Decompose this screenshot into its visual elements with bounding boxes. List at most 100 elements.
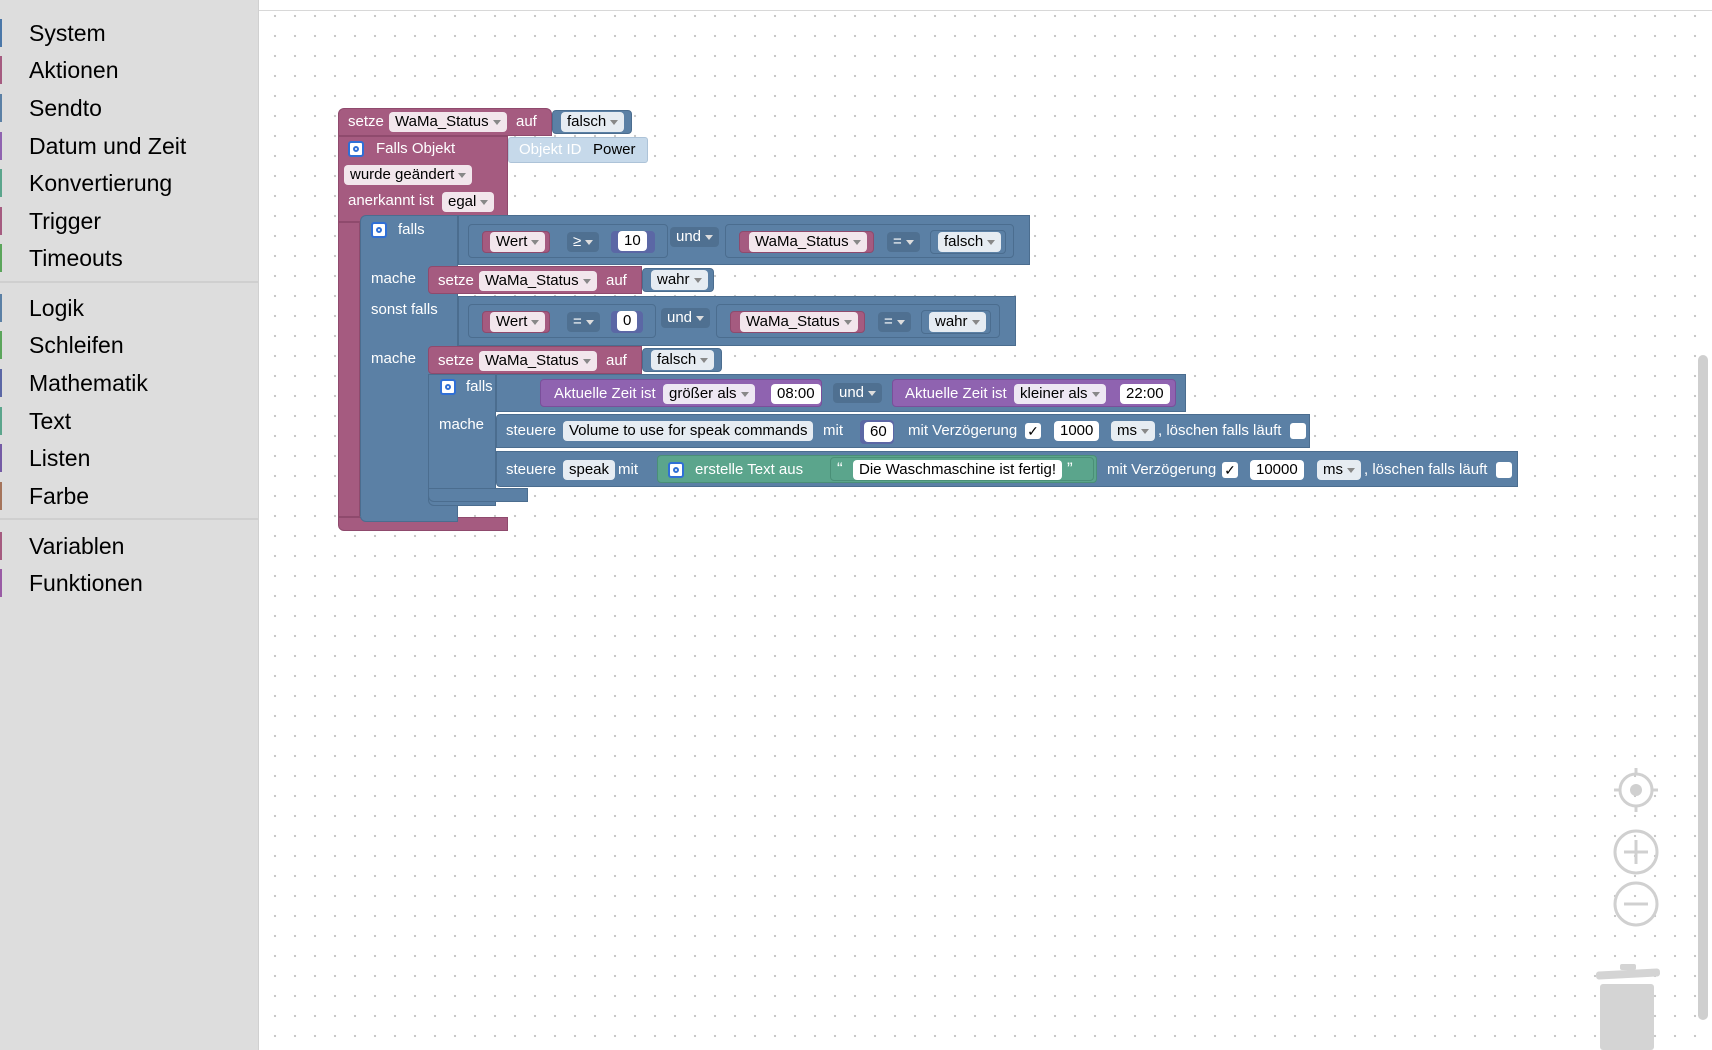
delay-field[interactable]: 1000	[1054, 421, 1100, 441]
compare-block[interactable]: WaMa_Status = wahr	[716, 304, 1000, 338]
inner-if-block[interactable]: falls mache	[428, 374, 496, 506]
value-getter-block[interactable]: Wert	[482, 311, 550, 333]
aktuelle-zeit-label: Aktuelle Zeit ist	[554, 385, 656, 402]
gear-icon[interactable]	[371, 222, 387, 238]
zoom-in-icon[interactable]	[1612, 828, 1660, 876]
clear-running-checkbox[interactable]	[1290, 423, 1306, 439]
set-variable-block[interactable]: setze WaMa_Status auf	[428, 266, 642, 294]
category-mathematik[interactable]: Mathematik	[0, 366, 258, 400]
sonst-falls-label: sonst falls	[371, 301, 438, 318]
category-variablen[interactable]: Variablen	[0, 529, 258, 563]
gear-icon[interactable]	[668, 462, 684, 478]
number-block[interactable]: 10	[611, 231, 655, 253]
clear-running-checkbox[interactable]	[1496, 462, 1512, 478]
object-id-field[interactable]: Volume to use for speak commands	[563, 421, 814, 441]
time-field[interactable]: 08:00	[771, 384, 821, 404]
logic-boolean-block[interactable]: falsch	[642, 348, 722, 372]
boolean-dropdown[interactable]: falsch	[651, 350, 715, 370]
toolbox-separator	[0, 518, 258, 520]
boolean-dropdown[interactable]: wahr	[651, 270, 708, 290]
ack-dropdown[interactable]: egal	[442, 192, 495, 212]
mache-label: mache	[371, 350, 417, 367]
set-variable-block[interactable]: setze WaMa_Status auf	[428, 346, 642, 374]
variable-dropdown[interactable]: WaMa_Status	[749, 232, 867, 252]
object-id-value[interactable]: Power	[593, 140, 636, 160]
variable-getter-block[interactable]: WaMa_Status	[730, 311, 865, 333]
trigger-on-object-block[interactable]: Falls Objekt wurde geändert anerkannt is…	[338, 136, 508, 222]
compare-block[interactable]: WaMa_Status = falsch	[725, 224, 1014, 258]
and-or-dropdown[interactable]: und	[833, 383, 883, 403]
time-compare-block[interactable]: Aktuelle Zeit ist kleiner als 22:00	[892, 379, 1176, 407]
text-field[interactable]: Die Waschmaschine ist fertig!	[853, 460, 1063, 480]
boolean-dropdown[interactable]: wahr	[929, 312, 986, 332]
trigger-condition-dropdown[interactable]: wurde geändert	[344, 165, 473, 185]
zoom-out-icon[interactable]	[1612, 880, 1660, 928]
logic-boolean-block[interactable]: wahr	[921, 310, 991, 334]
category-aktionen[interactable]: Aktionen	[0, 53, 258, 87]
logic-boolean-block[interactable]: falsch	[930, 230, 1006, 254]
number-field[interactable]: 0	[617, 311, 638, 331]
category-label: Konvertierung	[29, 170, 173, 196]
number-field[interactable]: 60	[864, 422, 893, 442]
category-logik[interactable]: Logik	[0, 291, 258, 325]
recenter-icon[interactable]	[1612, 766, 1660, 814]
category-funktionen[interactable]: Funktionen	[0, 566, 258, 600]
boolean-dropdown[interactable]: falsch	[938, 232, 1002, 252]
time-operator-dropdown[interactable]: größer als	[663, 384, 755, 404]
text-block[interactable]: “ Die Waschmaschine ist fertig! ”	[830, 457, 1094, 481]
text-join-block[interactable]: erstelle Text aus “ Die Waschmaschine is…	[657, 455, 1097, 483]
delay-checkbox[interactable]: ✓	[1222, 462, 1238, 478]
time-compare-block[interactable]: Aktuelle Zeit ist größer als 08:00	[540, 379, 822, 407]
compare-block[interactable]: Wert = 0	[468, 304, 656, 338]
value-dropdown[interactable]: Wert	[490, 312, 546, 332]
category-trigger[interactable]: Trigger	[0, 204, 258, 238]
set-variable-block[interactable]: setze WaMa_Status auf	[338, 108, 552, 136]
number-field[interactable]: 10	[618, 231, 647, 251]
category-konvertierung[interactable]: Konvertierung	[0, 166, 258, 200]
object-id-block[interactable]: Objekt ID Power	[508, 137, 648, 163]
category-schleifen[interactable]: Schleifen	[0, 328, 258, 362]
delay-checkbox[interactable]: ✓	[1025, 423, 1041, 439]
variable-getter-block[interactable]: WaMa_Status	[739, 231, 874, 253]
and-or-dropdown[interactable]: und	[661, 308, 711, 328]
compare-operator-dropdown[interactable]: =	[878, 312, 911, 332]
falls-label: falls	[398, 221, 425, 238]
variable-dropdown[interactable]: WaMa_Status	[389, 112, 507, 132]
category-farbe[interactable]: Farbe	[0, 479, 258, 513]
variable-dropdown[interactable]: WaMa_Status	[479, 351, 597, 371]
gear-icon[interactable]	[348, 141, 364, 157]
variable-dropdown[interactable]: WaMa_Status	[740, 312, 858, 332]
value-dropdown[interactable]: Wert	[490, 232, 546, 252]
trigger-body-bar	[338, 222, 360, 517]
category-timeouts[interactable]: Timeouts	[0, 241, 258, 275]
logic-boolean-block[interactable]: wahr	[642, 268, 714, 292]
delay-field[interactable]: 10000	[1250, 460, 1304, 480]
boolean-dropdown[interactable]: falsch	[561, 112, 625, 132]
category-sendto[interactable]: Sendto	[0, 91, 258, 125]
number-block[interactable]: 0	[611, 311, 643, 333]
quote-close-icon: ”	[1067, 459, 1073, 478]
object-id-field[interactable]: speak	[563, 460, 616, 480]
compare-block[interactable]: Wert ≥ 10	[468, 224, 668, 258]
category-text[interactable]: Text	[0, 404, 258, 438]
time-operator-dropdown[interactable]: kleiner als	[1014, 384, 1106, 404]
control-state-block[interactable]: steuere Volume to use for speak commands…	[496, 414, 1310, 448]
category-datum-und-zeit[interactable]: Datum und Zeit	[0, 129, 258, 163]
vertical-scrollbar[interactable]	[1698, 355, 1708, 1020]
variable-dropdown[interactable]: WaMa_Status	[479, 271, 597, 291]
compare-operator-dropdown[interactable]: =	[567, 312, 600, 332]
category-listen[interactable]: Listen	[0, 441, 258, 475]
unit-dropdown[interactable]: ms	[1317, 460, 1361, 480]
number-block[interactable]: 60	[860, 420, 894, 444]
unit-dropdown[interactable]: ms	[1111, 421, 1155, 441]
gear-icon[interactable]	[440, 379, 456, 395]
value-getter-block[interactable]: Wert	[482, 231, 550, 253]
workspace-top-border	[259, 10, 1712, 11]
trash-icon[interactable]	[1596, 964, 1662, 1050]
category-system[interactable]: System	[0, 16, 258, 50]
logic-boolean-block[interactable]: falsch	[552, 110, 632, 134]
and-or-dropdown[interactable]: und	[670, 227, 720, 247]
compare-operator-dropdown[interactable]: ≥	[567, 232, 600, 252]
time-field[interactable]: 22:00	[1120, 384, 1170, 404]
compare-operator-dropdown[interactable]: =	[887, 232, 920, 252]
